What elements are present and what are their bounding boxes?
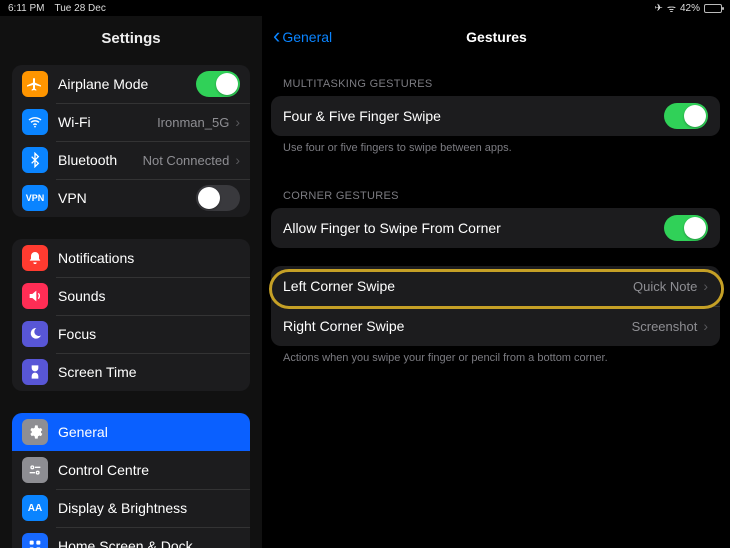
row-label: Allow Finger to Swipe From Corner: [283, 220, 664, 236]
sidebar-item-label: Wi-Fi: [58, 114, 157, 130]
display-icon: AA: [22, 495, 48, 521]
sidebar-group-notifications: Notifications Sounds Focus: [12, 239, 250, 391]
chevron-right-icon: ›: [703, 278, 708, 294]
sidebar-item-label: Control Centre: [58, 462, 240, 478]
focus-icon: [22, 321, 48, 347]
sounds-icon: [22, 283, 48, 309]
row-left-corner[interactable]: Left Corner Swipe Quick Note ›: [271, 266, 720, 306]
screen-time-icon: [22, 359, 48, 385]
section-corner-actions: Left Corner Swipe Quick Note › Right Cor…: [271, 266, 720, 364]
battery-icon: [704, 4, 722, 13]
sidebar-item-label: Display & Brightness: [58, 500, 240, 516]
sidebar-item-general[interactable]: General: [12, 413, 250, 451]
vpn-icon: VPN: [22, 185, 48, 211]
sidebar-item-label: Notifications: [58, 250, 240, 266]
allow-corner-toggle[interactable]: [664, 215, 708, 241]
chevron-right-icon: ›: [703, 318, 708, 334]
sidebar-item-control-centre[interactable]: Control Centre: [12, 451, 250, 489]
section-footer: Use four or five fingers to swipe betwee…: [271, 136, 720, 154]
row-four-five-finger[interactable]: Four & Five Finger Swipe: [271, 96, 720, 136]
row-right-corner[interactable]: Right Corner Swipe Screenshot ›: [271, 306, 720, 346]
sidebar-item-wifi[interactable]: Wi-Fi Ironman_5G ›: [12, 103, 250, 141]
sidebar-item-focus[interactable]: Focus: [12, 315, 250, 353]
wifi-icon: [22, 109, 48, 135]
home-screen-icon: [22, 533, 48, 548]
sidebar-group-device: General Control Centre AA Display & Brig…: [12, 413, 250, 548]
sidebar-item-label: Focus: [58, 326, 240, 342]
bluetooth-value: Not Connected: [143, 153, 230, 168]
sidebar-item-screen-time[interactable]: Screen Time: [12, 353, 250, 391]
sidebar-item-label: Screen Time: [58, 364, 240, 380]
control-centre-icon: [22, 457, 48, 483]
chevron-right-icon: ›: [235, 114, 240, 130]
detail-pane: ‹ General Gestures MULTITASKING GESTURES…: [262, 16, 730, 548]
battery-pct: 42%: [680, 3, 700, 14]
sidebar: Settings Airplane Mode Wi-Fi Ironman_5G: [0, 16, 262, 548]
sidebar-item-label: Sounds: [58, 288, 240, 304]
sidebar-item-label: Home Screen & Dock: [58, 538, 240, 548]
wifi-icon: ᯤ: [667, 1, 676, 15]
row-value: Screenshot: [632, 319, 698, 334]
airplane-toggle[interactable]: [196, 71, 240, 97]
airplane-icon: ✈: [654, 3, 662, 14]
detail-title: Gestures: [263, 29, 730, 45]
bluetooth-icon: [22, 147, 48, 173]
four-five-toggle[interactable]: [664, 103, 708, 129]
sidebar-item-display[interactable]: AA Display & Brightness: [12, 489, 250, 527]
wifi-value: Ironman_5G: [157, 115, 229, 130]
sidebar-item-airplane[interactable]: Airplane Mode: [12, 65, 250, 103]
sidebar-group-connectivity: Airplane Mode Wi-Fi Ironman_5G › Bluetoo…: [12, 65, 250, 217]
vpn-toggle[interactable]: [196, 185, 240, 211]
gear-icon: [22, 419, 48, 445]
sidebar-title: Settings: [0, 16, 262, 65]
row-label: Right Corner Swipe: [283, 318, 632, 334]
detail-nav: ‹ General Gestures: [263, 16, 730, 58]
status-bar: 6:11 PM Tue 28 Dec ✈ ᯤ 42%: [0, 0, 730, 16]
sidebar-item-label: Bluetooth: [58, 152, 143, 168]
chevron-right-icon: ›: [235, 152, 240, 168]
status-date: Tue 28 Dec: [55, 3, 106, 14]
sidebar-item-label: Airplane Mode: [58, 76, 196, 92]
status-time: 6:11 PM: [8, 3, 45, 14]
row-value: Quick Note: [633, 279, 697, 294]
notifications-icon: [22, 245, 48, 271]
sidebar-item-vpn[interactable]: VPN VPN: [12, 179, 250, 217]
sidebar-item-sounds[interactable]: Sounds: [12, 277, 250, 315]
row-label: Left Corner Swipe: [283, 278, 633, 294]
row-allow-corner[interactable]: Allow Finger to Swipe From Corner: [271, 208, 720, 248]
sidebar-item-home-screen[interactable]: Home Screen & Dock: [12, 527, 250, 548]
airplane-icon: [22, 71, 48, 97]
sidebar-item-label: VPN: [58, 190, 196, 206]
section-corner: CORNER GESTURES Allow Finger to Swipe Fr…: [271, 178, 720, 248]
row-label: Four & Five Finger Swipe: [283, 108, 664, 124]
sidebar-item-bluetooth[interactable]: Bluetooth Not Connected ›: [12, 141, 250, 179]
section-multitasking: MULTITASKING GESTURES Four & Five Finger…: [271, 66, 720, 154]
sidebar-item-label: General: [58, 424, 240, 440]
section-footer: Actions when you swipe your finger or pe…: [271, 346, 720, 364]
sidebar-item-notifications[interactable]: Notifications: [12, 239, 250, 277]
section-header: MULTITASKING GESTURES: [271, 66, 720, 96]
section-header: CORNER GESTURES: [271, 178, 720, 208]
